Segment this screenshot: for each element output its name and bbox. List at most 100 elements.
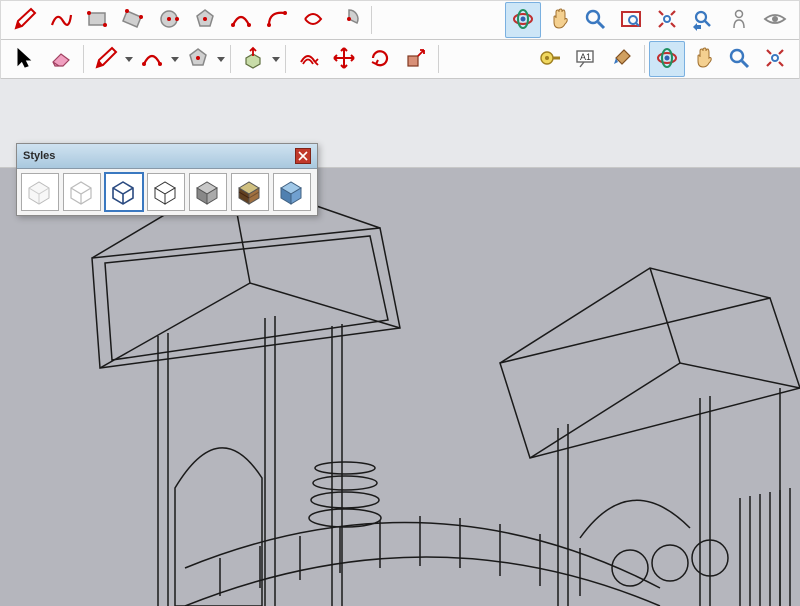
shaded-style-icon [193,176,223,209]
freehand-tool[interactable] [43,2,79,38]
offset-tool[interactable] [290,41,326,77]
pencil-icon [94,46,118,73]
zoom-extents-2[interactable] [757,41,793,77]
scale-tool[interactable] [398,41,434,77]
viewport[interactable] [0,168,800,606]
xray-style-icon [25,176,55,209]
toolbar-separator [438,45,439,73]
svg-text:A1: A1 [580,52,591,62]
push-pull-tool-dropdown[interactable] [271,42,281,76]
select-tool[interactable] [7,41,43,77]
camera-icon [727,7,751,34]
pan-icon [691,46,715,73]
chevron-down-icon [125,57,133,62]
eye-icon [763,7,787,34]
offset-icon [296,46,320,73]
rectangle-tool[interactable] [79,2,115,38]
toolbar-main: A1 [1,40,799,79]
styles-panel-body [17,169,317,215]
chevron-down-icon [217,57,225,62]
model-wireframe [0,168,800,606]
arc-group[interactable] [134,41,170,77]
styles-panel: Styles [16,143,318,216]
circle-icon [157,7,181,34]
shape-group-dropdown[interactable] [216,42,226,76]
wire-light-style-icon [67,176,97,209]
pie-tool[interactable] [331,2,367,38]
position-camera-tool[interactable] [721,2,757,38]
line-group[interactable] [88,41,124,77]
zoom-icon [583,7,607,34]
orbit-tool-2[interactable] [649,41,685,77]
eraser-tool[interactable] [43,41,79,77]
pushpull-icon [241,46,265,73]
line-tool[interactable] [7,2,43,38]
textures-style-icon [235,176,265,209]
paint-bucket-tool[interactable] [604,41,640,77]
line-group-dropdown[interactable] [124,42,134,76]
shaded-textures-style[interactable] [231,173,269,211]
rect-icon [85,7,109,34]
orbit-tool[interactable] [505,2,541,38]
styles-panel-titlebar[interactable]: Styles [17,144,317,169]
polygon-icon [193,7,217,34]
xray-style[interactable] [21,173,59,211]
arc2-tool[interactable] [259,2,295,38]
pan-tool[interactable] [541,2,577,38]
tape-icon [538,46,562,73]
arc-group-dropdown[interactable] [170,42,180,76]
rotate-icon [368,46,392,73]
zoom-window-tool[interactable] [613,2,649,38]
shaded-style[interactable] [189,173,227,211]
pan-icon [547,7,571,34]
zoom-tool-2[interactable] [721,41,757,77]
arc1-icon [140,46,164,73]
rotated-rectangle-tool[interactable] [115,2,151,38]
chevron-down-icon [272,57,280,62]
arc3-tool[interactable] [295,2,331,38]
close-icon [298,151,308,161]
orbit-icon [655,46,679,73]
zoom-tool[interactable] [577,2,613,38]
zoom-icon [727,46,751,73]
wire-style-icon [109,176,139,209]
wireframe-style[interactable] [105,173,143,211]
styles-panel-title: Styles [23,150,55,162]
hidden-style-icon [151,176,181,209]
paint-icon [610,46,634,73]
shape-group[interactable] [180,41,216,77]
rotate-tool[interactable] [362,41,398,77]
hidden-line-style[interactable] [147,173,185,211]
scale-icon [404,46,428,73]
toolbar-separator [644,45,645,73]
look-around-tool[interactable] [757,2,793,38]
circle-tool[interactable] [151,2,187,38]
monochrome-style[interactable] [273,173,311,211]
toolbar-drawing [1,1,799,40]
push-pull-tool[interactable] [235,41,271,77]
zoom-extents-tool[interactable] [649,2,685,38]
close-button[interactable] [295,148,311,164]
chevron-down-icon [171,57,179,62]
previous-tool[interactable] [685,2,721,38]
zoomext-icon [763,46,787,73]
pan-tool-2[interactable] [685,41,721,77]
pencil-icon [13,7,37,34]
curve-icon [49,7,73,34]
arc3-icon [301,7,325,34]
arc-tool[interactable] [223,2,259,38]
zoomext-icon [655,7,679,34]
toolbar-separator [371,6,372,34]
orbit-icon [511,7,535,34]
move-tool[interactable] [326,41,362,77]
eraser-icon [49,46,73,73]
polygon-icon [186,46,210,73]
arc2-icon [265,7,289,34]
wireframe-light-style[interactable] [63,173,101,211]
text-tool[interactable]: A1 [568,41,604,77]
tape-measure-tool[interactable] [532,41,568,77]
polygon-tool[interactable] [187,2,223,38]
mono-style-icon [277,176,307,209]
cursor-icon [13,46,37,73]
prev-icon [691,7,715,34]
